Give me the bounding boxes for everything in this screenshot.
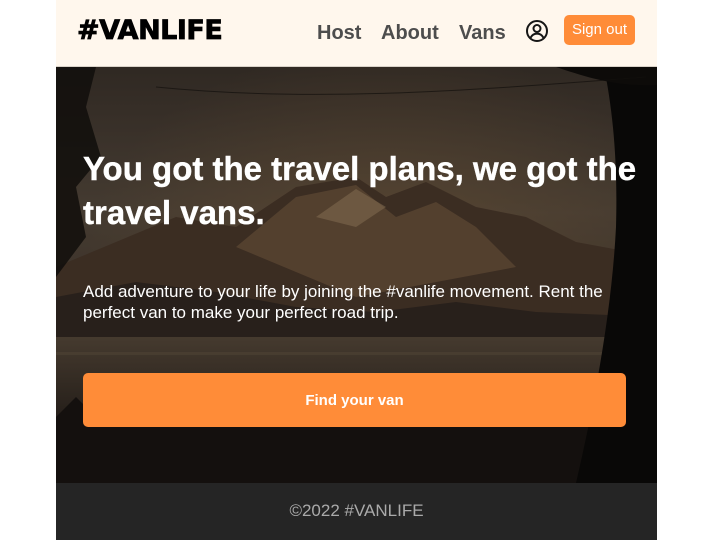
site-footer: ©2022 #VANLIFE: [56, 483, 657, 540]
nav-link-host[interactable]: Host: [317, 21, 361, 45]
footer-copyright: ©2022 #VANLIFE: [289, 501, 424, 520]
sign-out-button[interactable]: Sign out: [564, 15, 635, 45]
nav-link-about[interactable]: About: [381, 21, 439, 45]
user-circle-icon[interactable]: [525, 19, 549, 43]
hero-section: You got the travel plans, we got the tra…: [56, 67, 657, 483]
nav-link-vans[interactable]: Vans: [459, 21, 506, 45]
page: #VANLIFE Host About Vans Sign out You go…: [56, 0, 657, 540]
hero-title: You got the travel plans, we got the tra…: [83, 150, 637, 231]
find-your-van-button[interactable]: Find your van: [83, 373, 626, 427]
site-logo-link[interactable]: #VANLIFE: [77, 14, 224, 48]
site-header: #VANLIFE Host About Vans Sign out: [56, 0, 657, 67]
hero-description: Add adventure to your life by joining th…: [83, 282, 603, 322]
